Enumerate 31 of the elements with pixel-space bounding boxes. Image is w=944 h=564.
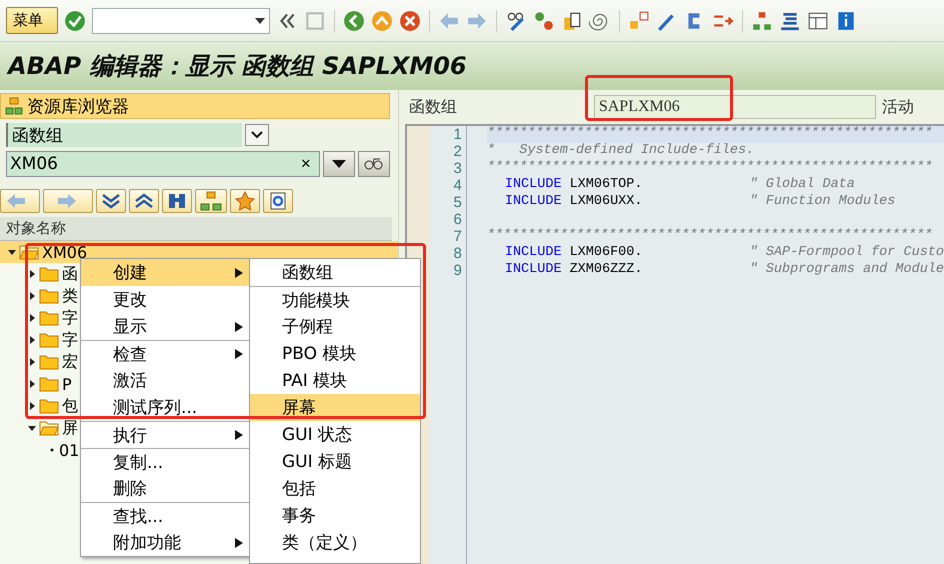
code-keyword: INCLUDE xyxy=(504,177,562,194)
code-text: LXM06F00. xyxy=(570,245,644,262)
line-number: 3 xyxy=(452,160,463,177)
column-header: 对象名称 xyxy=(0,217,392,241)
window-title: ABAP 编辑器：显示 函数组 SAPLXM06 xyxy=(0,42,944,90)
code-comment: " Function Modules xyxy=(750,194,896,211)
code-comment: " SAP-Formpool for Custo xyxy=(750,245,944,262)
code-keyword: INCLUDE xyxy=(504,194,562,211)
line-number: 7 xyxy=(452,228,463,245)
code-comment: * System-defined Include-files. xyxy=(486,143,754,160)
line-number: 4 xyxy=(452,177,463,194)
line-number: 5 xyxy=(452,194,463,211)
code-keyword: INCLUDE xyxy=(504,245,562,262)
panel-title: 资源库浏览器 xyxy=(27,96,129,118)
code-text: ZXM06ZZZ. xyxy=(570,262,644,279)
code-comment: " Subprograms and Module xyxy=(750,262,944,279)
line-number: 1 xyxy=(452,126,463,143)
code-text: LXM06TOP. xyxy=(570,177,644,194)
field-label: 函数组 xyxy=(408,96,458,118)
line-number: 6 xyxy=(452,211,463,228)
line-number: 8 xyxy=(452,245,463,262)
code-comment: ******************************************************* xyxy=(486,160,932,177)
code-comment: ******************************************************* xyxy=(486,228,932,245)
code-comment: " Global Data xyxy=(750,177,855,194)
line-number: 9 xyxy=(452,262,463,279)
code-keyword: INCLUDE xyxy=(504,262,562,279)
status-text: 活动 xyxy=(882,96,914,118)
program-name-field: SAPLXM06 xyxy=(594,95,876,119)
code-text: LXM06UXX. xyxy=(570,194,644,211)
line-number: 2 xyxy=(452,143,463,160)
code-comment: ******************************************************* xyxy=(486,126,932,143)
